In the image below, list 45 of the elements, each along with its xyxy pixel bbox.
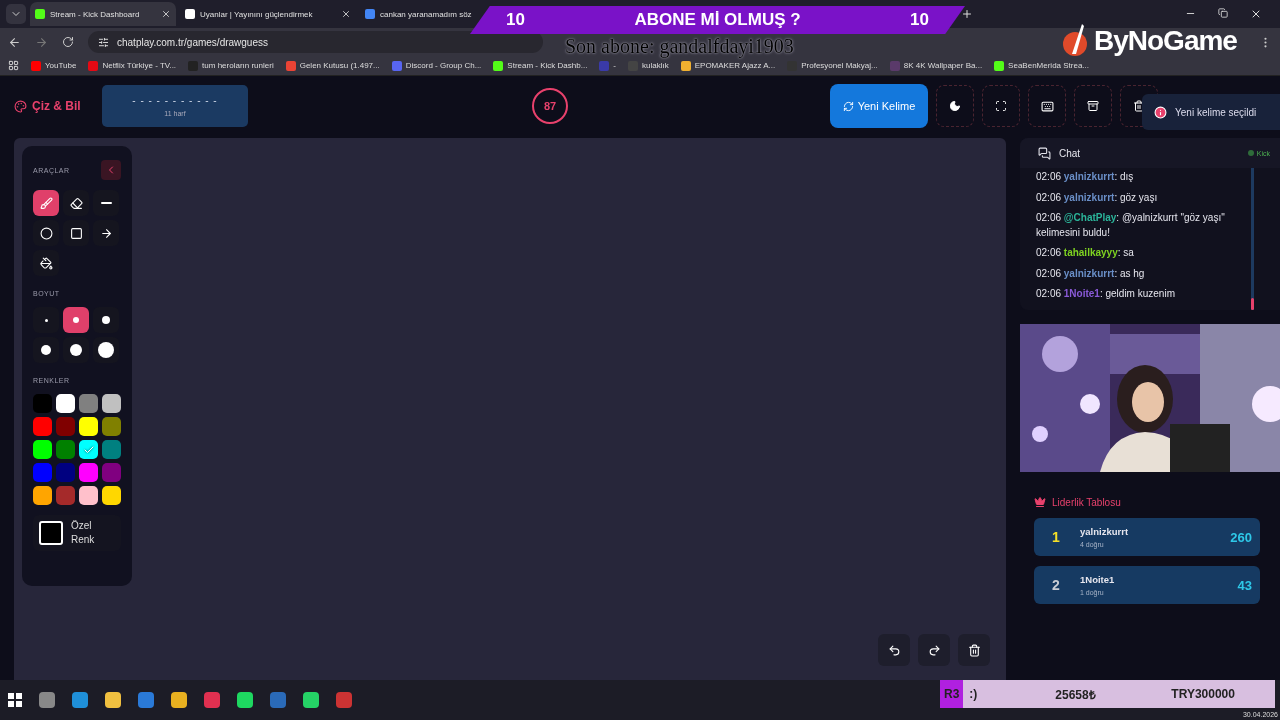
new-word-button[interactable]: Yeni Kelime [830,84,928,128]
chat-message: 02:06 tahailkayyy: sa [1036,246,1135,260]
banner-count: 10 [910,10,929,30]
player-name: 1Noite1 [1080,574,1116,585]
browser-tab[interactable]: Uyanlar | Yayınını güçlendirmek [180,2,356,26]
banner-count: 10 [506,10,525,30]
bookmark[interactable]: SeaBenMerida Strea... [1008,61,1090,70]
bookmark[interactable]: Gelen Kutusu (1.497... [299,61,380,70]
donation-goal: TRY300000 [1171,687,1235,701]
address-bar[interactable]: chatplay.com.tr/games/drawguess [88,31,543,53]
chat-message: 02:06 @ChatPlay: @yalnizkurrt "göz yaşı" kelimesini buldu! [1036,211,1226,240]
bookmark[interactable]: Netflix Türkiye - TV... [102,61,177,70]
browser-tab[interactable]: Stream - Kick Dashboard [30,2,176,26]
chat-message: 02:06 yalnizkurrt: dış [1036,170,1135,184]
bookmark[interactable]: Profesyonel Makyaj... [801,61,878,70]
score: 43 [1237,577,1252,593]
bookmark[interactable]: Stream - Kick Dashb... [507,61,588,70]
bookmark[interactable]: - [613,61,617,70]
toast-message: Yeni kelime seçildi [1175,106,1257,118]
bookmark[interactable]: Discord - Group Ch... [405,61,482,70]
donation-amount: 25658₺ [1055,686,1097,703]
bookmark[interactable]: YouTube [45,61,77,70]
chat-title: Chat [1059,147,1081,159]
chat-message: 02:06 yalnizkurrt: göz yaşı [1036,190,1159,205]
donation-message: :) [969,687,979,701]
timer: 87 [532,88,568,124]
bookmark[interactable]: 8K 4K Wallpaper Ba... [903,61,983,70]
rank: 1 [1052,529,1061,545]
leaderboard-title: Liderlik Tablosu [1052,496,1121,508]
donation-tag: R3 [940,680,964,708]
app-title: Çiz & Bil [32,99,81,113]
rank: 2 [1052,577,1061,593]
banner-title: ABONE Mİ OLMUŞ ? [634,10,801,30]
bookmark[interactable]: EPOMAKER Ajazz A... [694,61,776,70]
custom-color-label: Özel Renk [71,519,96,547]
chat-message: 02:06 yalnizkurrt: as hg [1036,266,1146,281]
word-mask: - - - - - - - - - - - [132,95,218,106]
score: 260 [1230,529,1252,545]
last-subscriber: Son abone: gandalfdayi1903 [565,35,794,58]
bookmark[interactable]: tum heroların runleri [202,61,274,70]
logo-text: ByNoGame [1094,25,1237,57]
browser-tab[interactable]: cankan yaranamadım söz [360,2,474,26]
chat-message: 02:06 1Noite1: geldim kuzenim [1036,287,1176,301]
bookmark[interactable]: kulaklık [642,61,669,70]
player-name: yalnizkurrt [1080,526,1130,537]
